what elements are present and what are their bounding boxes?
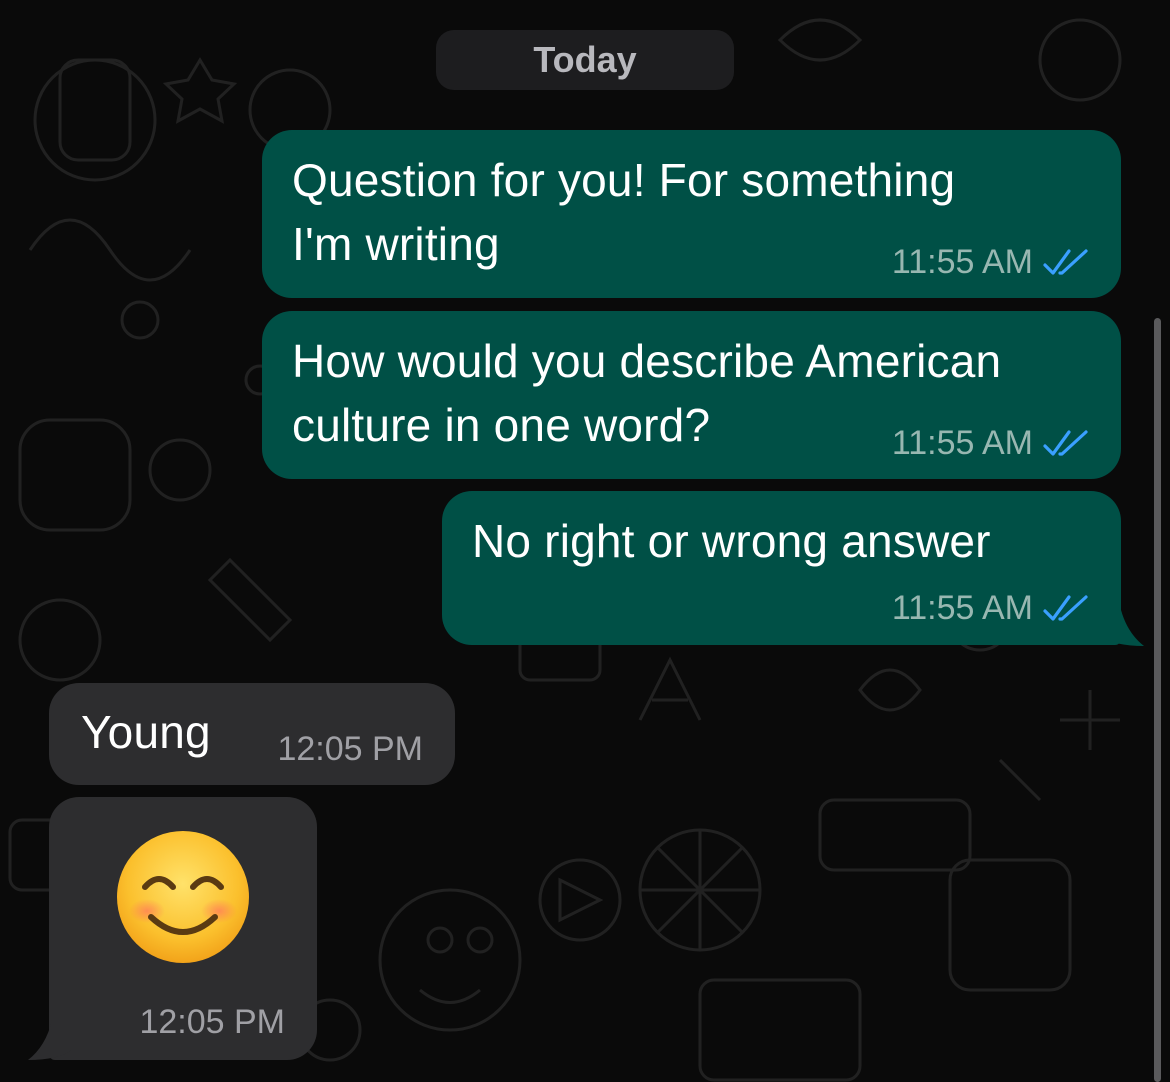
message-bubble-incoming[interactable]: Young 12:05 PM	[49, 683, 455, 785]
chat-view[interactable]: Today Question for you! For something I'…	[0, 0, 1170, 1082]
message-bubble-outgoing[interactable]: Question for you! For something I'm writ…	[262, 130, 1121, 298]
message-text: Young	[81, 706, 211, 758]
message-time: 11:55 AM	[891, 424, 1033, 462]
scrollbar[interactable]	[1154, 318, 1161, 1082]
smiling-face-with-smiling-eyes-emoji	[117, 831, 249, 963]
message-text: No right or wrong answer	[472, 515, 991, 567]
message-meta: 12:05 PM	[139, 1003, 285, 1042]
double-check-icon	[1043, 429, 1088, 456]
message-meta: 11:55 AM	[892, 424, 1091, 463]
message-bubble-outgoing[interactable]: No right or wrong answer 11:55 AM	[442, 491, 1121, 645]
message-time: 12:05 PM	[139, 1003, 285, 1041]
date-separator: Today	[436, 30, 734, 90]
message-time: 11:55 AM	[891, 589, 1033, 627]
message-meta: 11:55 AM	[892, 589, 1091, 628]
bubble-tail-incoming	[28, 1020, 72, 1060]
double-check-icon	[1043, 594, 1088, 621]
message-bubble-outgoing[interactable]: How would you describe American culture …	[262, 311, 1121, 479]
message-bubble-incoming[interactable]: 12:05 PM	[49, 797, 317, 1060]
bubble-tail-outgoing	[1100, 606, 1144, 646]
message-meta: 12:05 PM	[277, 730, 423, 769]
message-time: 11:55 AM	[891, 243, 1033, 281]
message-time: 12:05 PM	[277, 730, 423, 768]
double-check-icon	[1043, 248, 1088, 275]
message-meta: 11:55 AM	[892, 243, 1091, 282]
